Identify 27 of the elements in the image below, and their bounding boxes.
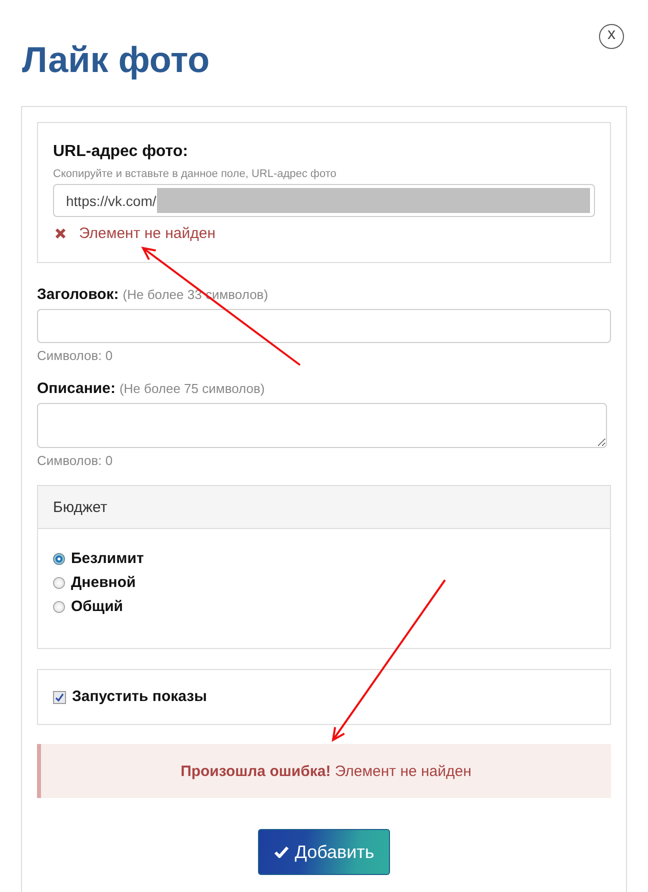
radio-option[interactable]: Дневной xyxy=(53,573,595,593)
alert-message: Произошла ошибка! Элемент не найден xyxy=(180,762,472,780)
checkbox-option[interactable]: Запустить показы xyxy=(53,687,207,707)
field-label: Описание: xyxy=(37,380,116,397)
text-input-field[interactable] xyxy=(37,309,611,343)
field-label: URL-адрес фото: xyxy=(53,142,189,162)
textarea-field[interactable] xyxy=(37,403,607,448)
radio-button[interactable] xyxy=(53,577,65,589)
radio-button[interactable] xyxy=(53,553,65,565)
checkbox[interactable] xyxy=(53,690,66,704)
error-message: Элемент не найден xyxy=(79,225,216,242)
radio-button[interactable] xyxy=(53,601,65,613)
character-counter: Символов: 0 xyxy=(37,453,114,469)
url-input-field[interactable]: https://vk.com/ xyxy=(53,184,595,217)
character-counter: Символов: 0 xyxy=(37,348,114,364)
field-label: Заголовок: xyxy=(37,286,119,303)
page-title: Лайк фото xyxy=(22,40,210,80)
url-value: https://vk.com/ xyxy=(66,192,156,208)
radio-option[interactable]: Безлимит xyxy=(53,549,595,569)
add-button[interactable]: Добавить xyxy=(258,829,390,875)
error-icon xyxy=(55,228,66,239)
radio-option[interactable]: Общий xyxy=(53,597,595,617)
check-icon xyxy=(274,846,289,858)
panel-title: Бюджет xyxy=(53,498,108,516)
close-button[interactable]: x xyxy=(599,24,624,49)
field-note: (Не более 75 символов) xyxy=(119,381,265,396)
field-hint: Скопируйте и вставьте в данное поле, URL-адрес фото xyxy=(53,167,338,181)
